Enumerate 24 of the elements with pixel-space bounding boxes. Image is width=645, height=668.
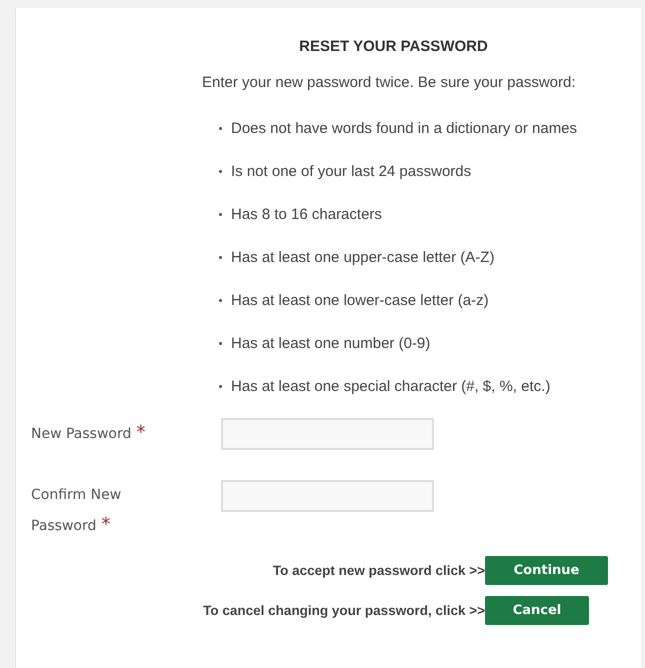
bullet-icon: [219, 384, 222, 388]
bullet-icon: [219, 342, 222, 344]
intro-text: Enter your new password twice. Be sure your password:: [202, 74, 576, 93]
cancel-button[interactable]: Cancel: [485, 596, 589, 625]
field-label: New Password *: [31, 426, 146, 442]
continue-button[interactable]: Continue: [485, 556, 608, 585]
page-title: RESET YOUR PASSWORD: [298, 38, 489, 57]
password-field[interactable]: [221, 480, 434, 512]
rule-text: Is not one of your last 24 passwords: [231, 162, 472, 180]
rule-text: Has at least one lower-case letter (a-z): [231, 292, 489, 308]
bullet-icon: [219, 126, 222, 130]
rule-text: Has at least one special character (#, $, %, etc.): [231, 378, 550, 394]
password-field[interactable]: [221, 418, 434, 450]
bullet-icon: [219, 170, 222, 172]
field-label: Confirm New Password *: [31, 487, 122, 534]
rule-text: Has at least one number (0-9): [231, 334, 430, 352]
rule-text: Has 8 to 16 characters: [231, 206, 382, 222]
action-prompt: To cancel changing your password, click >>: [203, 603, 485, 618]
bullet-icon: [219, 212, 222, 216]
bullet-icon: [219, 298, 222, 302]
rule-text: Has at least one upper-case letter (A-Z): [231, 248, 494, 266]
rule-text: Does not have words found in a dictionary or names: [231, 120, 578, 136]
bullet-icon: [219, 256, 222, 258]
action-prompt: To accept new password click >>: [272, 563, 485, 578]
